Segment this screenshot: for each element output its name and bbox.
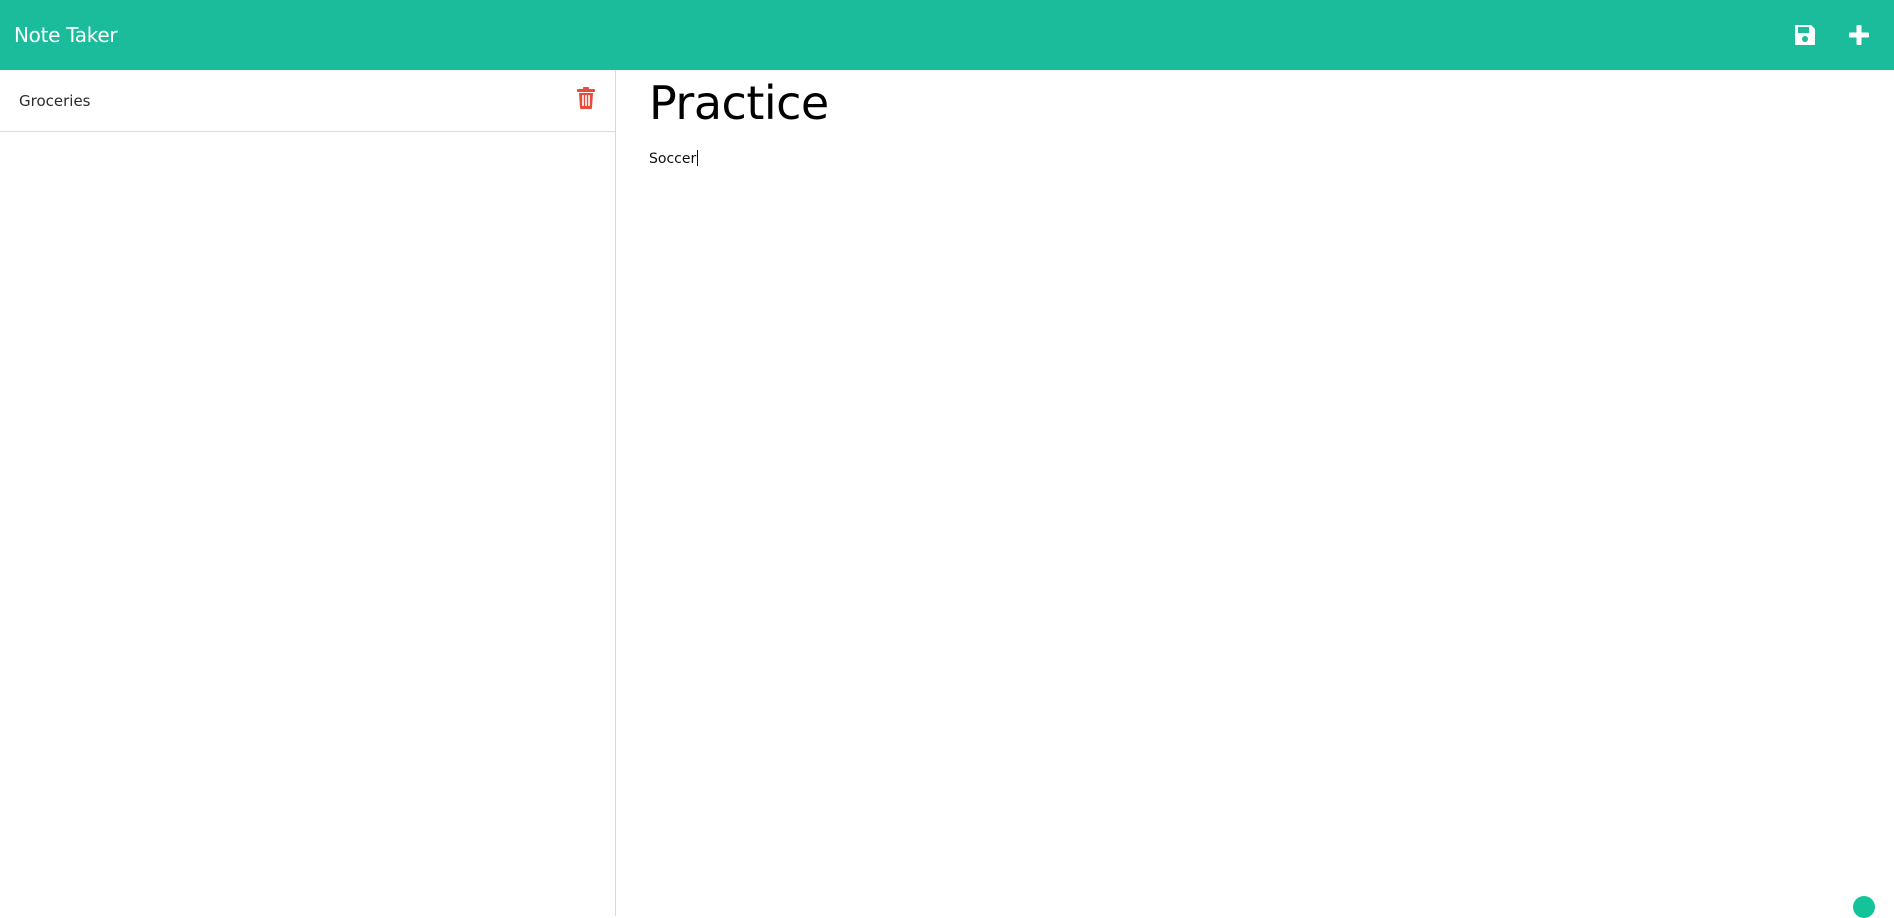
navbar: Note Taker	[0, 0, 1894, 70]
note-title-input[interactable]: Practice	[649, 76, 1749, 130]
note-list-item-label: Groceries	[19, 91, 91, 110]
nav-actions	[1788, 0, 1894, 70]
note-list-item[interactable]: Groceries	[0, 70, 615, 132]
app-brand[interactable]: Note Taker	[14, 23, 118, 47]
note-text-area[interactable]: Soccer	[649, 150, 1749, 750]
save-icon	[1795, 25, 1815, 45]
trash-icon[interactable]	[577, 87, 595, 109]
notes-sidebar: Groceries	[0, 70, 616, 916]
save-note-button[interactable]	[1788, 18, 1822, 52]
note-editor: Practice Soccer	[616, 70, 1894, 916]
new-note-button[interactable]	[1842, 18, 1876, 52]
plus-icon	[1849, 25, 1869, 45]
grammarly-icon[interactable]	[1853, 896, 1875, 918]
note-text-value: Soccer	[649, 151, 697, 167]
text-caret	[697, 150, 699, 166]
